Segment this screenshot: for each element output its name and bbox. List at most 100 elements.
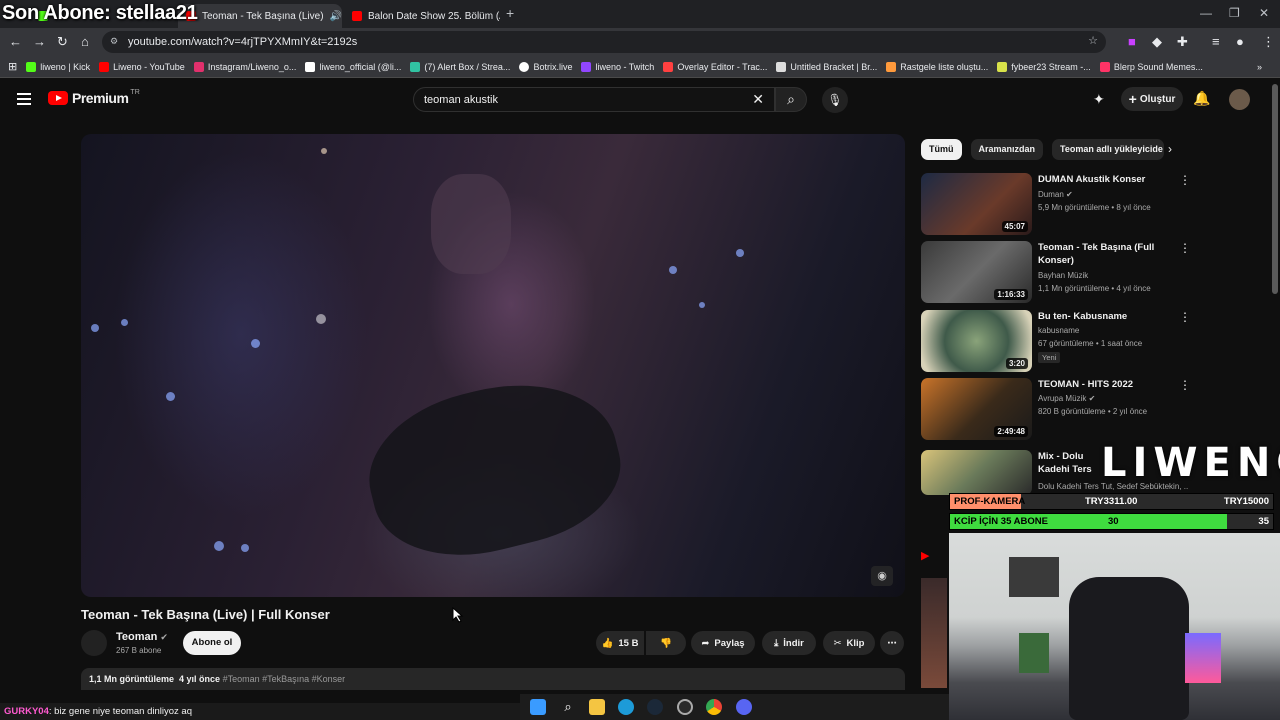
recommended-video[interactable]: 2:49:48 TEOMAN - HITS 2022 Avrupa Müzik … <box>921 378 1191 442</box>
bookmark-item[interactable]: Untitled Bracket | Br... <box>776 61 877 72</box>
search-input[interactable]: teoman akustik ✕ <box>413 87 775 112</box>
site-info-icon[interactable]: ⚙ <box>110 36 118 47</box>
bookmark-item[interactable]: Botrix.live <box>519 61 572 72</box>
thumbs-up-icon: 👍 <box>601 637 614 649</box>
chrome-icon[interactable] <box>706 699 722 715</box>
bookmark-item[interactable]: Liweno - YouTube <box>99 61 185 72</box>
recommended-video[interactable]: 1:16:33 Teoman - Tek Başına (Full Konser… <box>921 241 1191 305</box>
tab-title: Balon Date Show 25. Bölüm (A <box>368 10 500 22</box>
avatar[interactable] <box>1229 89 1250 110</box>
webcam-feed <box>949 533 1280 720</box>
more-vertical-icon[interactable]: ⋮ <box>1179 241 1191 255</box>
verified-icon: ✔ <box>160 632 168 642</box>
file-explorer-icon[interactable] <box>589 699 605 715</box>
tab-balon-date[interactable]: Balon Date Show 25. Bölüm (A ✕ <box>344 4 500 28</box>
download-button[interactable]: ⤓ İndir <box>762 631 816 655</box>
hashtags[interactable]: #Teoman #TekBaşına #Konser <box>223 674 346 684</box>
page-scrollbar[interactable] <box>1272 84 1278 294</box>
bookmark-item[interactable]: Overlay Editor - Trac... <box>663 61 767 72</box>
tab-teoman[interactable]: Teoman - Tek Başına (Live) 🔊 ✕ <box>178 4 342 28</box>
more-vertical-icon[interactable]: ⋮ <box>1179 378 1191 392</box>
video-player[interactable]: ◉ <box>81 134 905 597</box>
channel-avatar[interactable] <box>81 630 107 656</box>
bookmarks-bar: ⊞ liweno | Kick Liweno - YouTube Instagr… <box>0 56 1280 78</box>
apps-grid-icon[interactable]: ⊞ <box>8 60 17 73</box>
shorts-thumbnail[interactable] <box>921 578 947 688</box>
chat-username: GURKY04 <box>4 706 49 717</box>
clear-search-icon[interactable]: ✕ <box>752 91 764 108</box>
profile-avatar-icon[interactable]: ● <box>1236 34 1244 49</box>
youtube-icon <box>99 61 110 72</box>
performer-head <box>431 174 511 274</box>
windows-start-icon[interactable] <box>530 699 546 715</box>
minimize-icon[interactable]: — <box>1200 6 1212 20</box>
dislike-button[interactable]: 👎 <box>646 631 686 655</box>
bookmark-item[interactable]: liweno | Kick <box>26 61 90 72</box>
audio-icon[interactable]: 🔊 <box>330 11 342 22</box>
more-actions-button[interactable]: ⋯ <box>880 631 904 655</box>
reload-icon[interactable]: ↻ <box>57 34 68 50</box>
chip-from-search[interactable]: Aramanızdan <box>970 139 1044 160</box>
bookmark-item[interactable]: Instagram/Liweno_o... <box>193 61 296 72</box>
bookmark-item[interactable]: liweno - Twitch <box>581 61 654 72</box>
video-thumbnail[interactable] <box>921 450 1032 495</box>
more-vertical-icon[interactable]: ⋮ <box>1179 310 1191 324</box>
chip-uploader[interactable]: Teoman adlı yükleyicide <box>1052 139 1165 160</box>
channel-name[interactable]: Teoman ✔ <box>116 631 168 643</box>
bookmark-item[interactable]: liweno_official (@li... <box>305 61 401 72</box>
new-tab-button[interactable]: + <box>506 5 514 21</box>
filter-chips: Tümü Aramanızdan Teoman adlı yükleyicide <box>921 139 1165 160</box>
view-count: 1,1 Mn görüntüleme <box>89 674 175 684</box>
bookmark-star-icon[interactable]: ☆ <box>1088 34 1098 47</box>
reading-list-icon[interactable]: ≡ <box>1212 34 1220 49</box>
menu-hamburger-icon[interactable] <box>17 93 31 105</box>
search-icon[interactable]: ⌕ <box>560 699 576 715</box>
youtube-premium-logo[interactable]: Premium TR <box>48 89 140 106</box>
extension-icon[interactable]: ◆ <box>1152 34 1162 50</box>
subscribe-button[interactable]: Abone ol <box>183 631 241 655</box>
guitar <box>353 361 635 577</box>
video-thumbnail[interactable]: 1:16:33 <box>921 241 1032 303</box>
clip-button[interactable]: ✂ Klip <box>823 631 875 655</box>
bracket-icon <box>776 61 787 72</box>
search-button[interactable]: ⌕ <box>775 87 807 112</box>
extensions-puzzle-icon[interactable]: ✚ <box>1177 34 1188 50</box>
bookmark-item[interactable]: Rastgele liste oluştu... <box>886 61 988 72</box>
description-box[interactable]: 1,1 Mn görüntüleme 4 yıl önce #Teoman #T… <box>81 668 905 690</box>
last-subscriber-overlay: Son Abone: stellaa21 <box>2 2 198 24</box>
back-icon[interactable]: ← <box>9 34 22 49</box>
discord-icon[interactable] <box>736 699 752 715</box>
like-button[interactable]: 👍 15 B <box>596 631 644 655</box>
steam-icon[interactable] <box>647 699 663 715</box>
bookmark-item[interactable]: fybeer23 Stream -... <box>997 61 1091 72</box>
voice-search-button[interactable]: 🎙 <box>822 87 848 113</box>
recommended-video[interactable]: 3:20 Bu ten- Kabusname kabusname 67 görü… <box>921 310 1191 374</box>
restore-icon[interactable]: ❐ <box>1229 6 1240 20</box>
recommended-video[interactable]: 45:07 DUMAN Akustik Konser Duman ✔ 5,9 M… <box>921 173 1191 237</box>
cast-icon[interactable]: ✦ <box>1093 91 1105 108</box>
obs-icon[interactable] <box>677 699 693 715</box>
bookmark-item[interactable]: Blerp Sound Memes... <box>1099 61 1203 72</box>
youtube-play-icon <box>48 91 68 105</box>
home-icon[interactable]: ⌂ <box>81 34 89 49</box>
video-thumbnail[interactable]: 2:49:48 <box>921 378 1032 440</box>
chat-message: : biz gene niye teoman dinliyoz aq <box>48 706 192 717</box>
extension-icon[interactable]: ■ <box>1128 34 1136 49</box>
menu-kebab-icon[interactable]: ⋮ <box>1262 34 1275 50</box>
close-window-icon[interactable]: ✕ <box>1259 6 1269 20</box>
edge-icon[interactable] <box>618 699 634 715</box>
url-field[interactable]: ⚙ youtube.com/watch?v=4rjTPYXMmIY&t=2192… <box>102 31 1106 53</box>
forward-icon[interactable]: → <box>33 34 46 49</box>
download-icon: ⤓ <box>774 637 779 649</box>
search-icon: ⌕ <box>787 91 795 107</box>
notifications-bell-icon[interactable]: 🔔 <box>1193 90 1210 107</box>
chevron-right-icon[interactable]: › <box>1168 142 1172 156</box>
create-button[interactable]: + Oluştur <box>1121 87 1183 111</box>
share-button[interactable]: ➦ Paylaş <box>691 631 755 655</box>
more-vertical-icon[interactable]: ⋮ <box>1179 173 1191 187</box>
video-thumbnail[interactable]: 3:20 <box>921 310 1032 372</box>
more-bookmarks-icon[interactable]: » <box>1257 62 1262 72</box>
chip-all[interactable]: Tümü <box>921 139 962 160</box>
bookmark-item[interactable]: (7) Alert Box / Strea... <box>410 61 510 72</box>
video-thumbnail[interactable]: 45:07 <box>921 173 1032 235</box>
